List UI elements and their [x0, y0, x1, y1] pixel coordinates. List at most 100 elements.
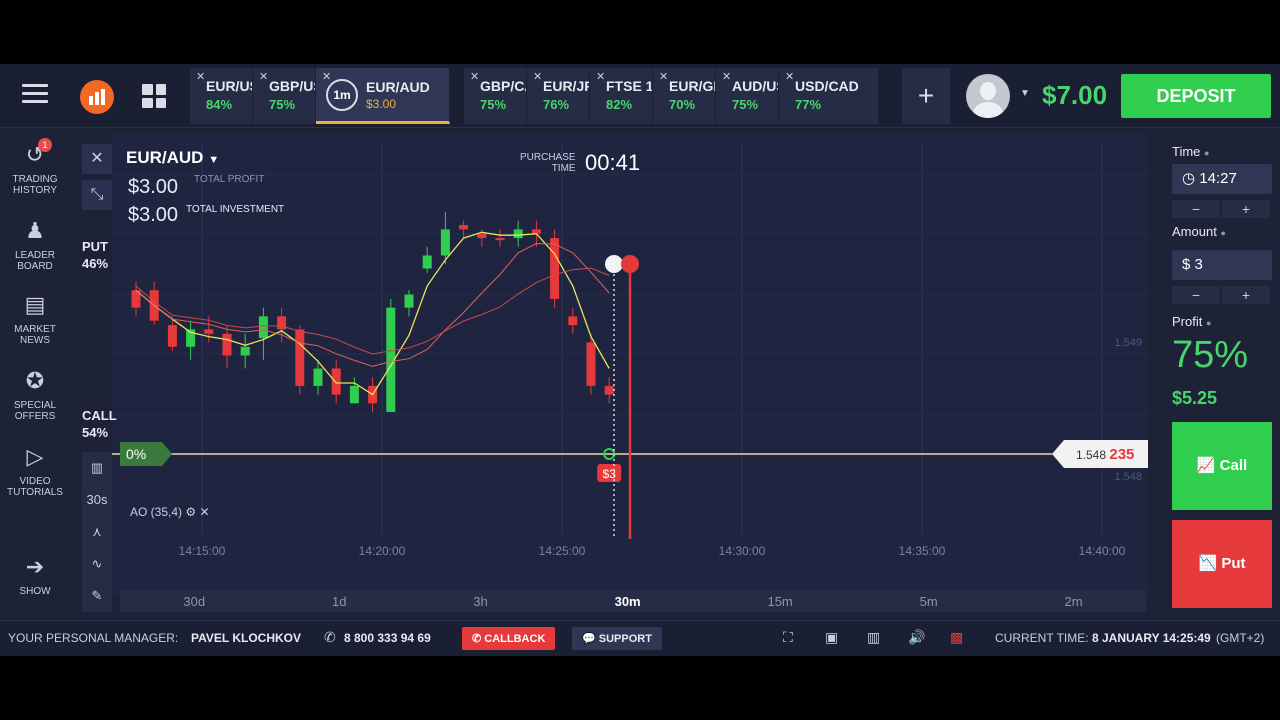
- current-price-digits: 235: [1109, 446, 1134, 463]
- sidebar-item-trading-history[interactable]: ↺ 1 TRADING HISTORY: [0, 138, 70, 196]
- asset-payout: 70%: [669, 97, 696, 112]
- asset-tab[interactable]: ✕ EUR/USD 84%: [190, 68, 253, 124]
- asset-name: EUR/JPY: [543, 78, 589, 94]
- sidebar-item-label: SPECIAL OFFERS: [13, 400, 57, 422]
- asset-payout: 75%: [269, 97, 296, 112]
- support-button[interactable]: 💬 SUPPORT: [572, 627, 662, 650]
- asset-name: EUR/USD: [206, 78, 252, 94]
- flag-uk-icon[interactable]: ▩: [950, 629, 963, 646]
- logo-icon[interactable]: [80, 80, 114, 114]
- close-icon[interactable]: ✕: [533, 70, 542, 83]
- timeframe-option[interactable]: 2m: [1065, 594, 1083, 609]
- amount-input[interactable]: $ 3: [1172, 250, 1272, 280]
- layout-icon[interactable]: ▣: [825, 629, 838, 646]
- close-icon[interactable]: ✕: [199, 505, 209, 519]
- sidebar-item-special-offers[interactable]: ✪ SPECIAL OFFERS: [0, 368, 70, 422]
- asset-tabs: ✕ EUR/USD 84% ✕ GBP/USD 75% ✕ 1m EUR/AUD…: [190, 68, 879, 124]
- asset-tab[interactable]: ✕ EUR/JPY 76%: [527, 68, 590, 124]
- close-icon[interactable]: ✕: [596, 70, 605, 83]
- candle-body: [459, 225, 469, 230]
- time-label: TIME: [551, 163, 576, 174]
- chevron-down-icon[interactable]: ▼: [1020, 88, 1030, 99]
- close-icon[interactable]: ✕: [322, 70, 331, 83]
- current-time: 8 JANUARY 14:25:49: [1092, 631, 1211, 645]
- asset-tab[interactable]: ✕ USD/CAD 77%: [779, 68, 879, 124]
- chart-down-icon: 📉: [1198, 555, 1218, 572]
- asset-name: FTSE 100: [606, 78, 653, 94]
- close-icon[interactable]: ✕: [82, 144, 112, 174]
- indicator-icon[interactable]: ∿: [82, 548, 112, 580]
- news-icon: ▤: [24, 292, 46, 317]
- collapse-icon[interactable]: ⤡: [82, 180, 112, 210]
- grid-icon[interactable]: [142, 84, 166, 108]
- candle-period-button[interactable]: 30s: [82, 484, 112, 516]
- time-label: Time ●: [1172, 144, 1209, 159]
- timeframe-option[interactable]: 15m: [767, 594, 792, 609]
- close-icon[interactable]: ✕: [722, 70, 731, 83]
- info-icon[interactable]: ●: [1220, 228, 1225, 238]
- timeframe-option[interactable]: 5m: [920, 594, 938, 609]
- timeframe-option[interactable]: 30d: [183, 594, 205, 609]
- fullscreen-icon[interactable]: ⛶: [783, 629, 793, 646]
- time-decrease-button[interactable]: −: [1172, 200, 1220, 218]
- sidebar-item-market-news[interactable]: ▤ MARKET NEWS: [0, 292, 70, 346]
- zero-percent-label: 0%: [126, 446, 146, 462]
- call-button[interactable]: 📈 Call: [1172, 422, 1272, 510]
- chart-tools: ✕ ⤡: [82, 144, 112, 216]
- timeframe-option-selected[interactable]: 30m: [615, 594, 641, 609]
- deposit-button[interactable]: DEPOSIT: [1121, 74, 1271, 118]
- sound-icon[interactable]: 🔊: [908, 629, 925, 646]
- timeframe-option[interactable]: 3h: [473, 594, 487, 609]
- asset-tab-active[interactable]: ✕ 1m EUR/AUD $3.00: [316, 68, 450, 124]
- top-bar: ✕ EUR/USD 84% ✕ GBP/USD 75% ✕ 1m EUR/AUD…: [0, 64, 1280, 128]
- call-label: CALL: [82, 408, 117, 423]
- sidebar-item-show[interactable]: ➔ SHOW: [0, 554, 70, 597]
- info-icon[interactable]: ●: [1204, 148, 1209, 158]
- asset-name: AUD/USD: [732, 78, 778, 94]
- sidebar-item-video-tutorials[interactable]: ▷ VIDEO TUTORIALS: [0, 444, 70, 498]
- close-icon[interactable]: ✕: [259, 70, 268, 83]
- info-icon[interactable]: ●: [1206, 318, 1211, 328]
- settings-icon[interactable]: ⚙: [185, 505, 196, 519]
- close-icon[interactable]: ✕: [785, 70, 794, 83]
- close-icon[interactable]: ✕: [196, 70, 205, 83]
- sidebar-item-leader-board[interactable]: ♟ LEADER BOARD: [0, 218, 70, 272]
- menu-icon[interactable]: [22, 84, 48, 106]
- profit-percent: 75%: [1172, 334, 1249, 376]
- add-asset-button[interactable]: +: [902, 68, 950, 124]
- candle-body: [277, 316, 287, 330]
- asset-payout: 82%: [606, 97, 633, 112]
- amount-increase-button[interactable]: +: [1222, 286, 1270, 304]
- left-sidebar: ↺ 1 TRADING HISTORY ♟ LEADER BOARD ▤ MAR…: [0, 128, 70, 618]
- close-icon[interactable]: ✕: [659, 70, 668, 83]
- callback-button[interactable]: ✆ CALLBACK: [462, 627, 556, 650]
- drawing-icon[interactable]: ⋏: [82, 516, 112, 548]
- candle-body: [550, 238, 560, 299]
- asset-tab[interactable]: ✕ GBP/CAD 75%: [464, 68, 527, 124]
- library-icon[interactable]: ▥: [867, 629, 880, 646]
- timeframe-option[interactable]: 1d: [332, 594, 346, 609]
- time-stepper: − +: [1172, 200, 1272, 218]
- phone-number[interactable]: 8 800 333 94 69: [344, 631, 431, 645]
- asset-tab[interactable]: ✕ GBP/USD 75%: [253, 68, 316, 124]
- asset-name: EUR/AUD: [366, 78, 430, 95]
- price-chart[interactable]: 1.5491.54814:15:0014:15:0014:20:0014:20:…: [112, 134, 1148, 594]
- pencil-icon[interactable]: ✎: [82, 580, 112, 612]
- put-button[interactable]: 📉 Put: [1172, 520, 1272, 608]
- asset-tab[interactable]: ✕ FTSE 100 82%: [590, 68, 653, 124]
- expiry-time-field[interactable]: ◷ 14:27: [1172, 164, 1272, 194]
- total-profit-label: TOTAL PROFIT: [194, 174, 265, 185]
- chart-pair-selector[interactable]: EUR/AUD ▼: [126, 148, 219, 168]
- amount-decrease-button[interactable]: −: [1172, 286, 1220, 304]
- candle-body: [167, 325, 177, 347]
- avatar[interactable]: [966, 74, 1010, 118]
- time-increase-button[interactable]: +: [1222, 200, 1270, 218]
- chart-up-icon: 📈: [1196, 457, 1216, 474]
- asset-tab[interactable]: ✕ AUD/USD 75%: [716, 68, 779, 124]
- candle-body: [404, 294, 414, 308]
- asset-tab[interactable]: ✕ EUR/GBP 70%: [653, 68, 716, 124]
- close-icon[interactable]: ✕: [470, 70, 479, 83]
- timezone: (GMT+2): [1216, 631, 1265, 645]
- purchase-time-label: PURCHASE TIME: [520, 152, 576, 174]
- chart-type-icon[interactable]: ▥: [82, 452, 112, 484]
